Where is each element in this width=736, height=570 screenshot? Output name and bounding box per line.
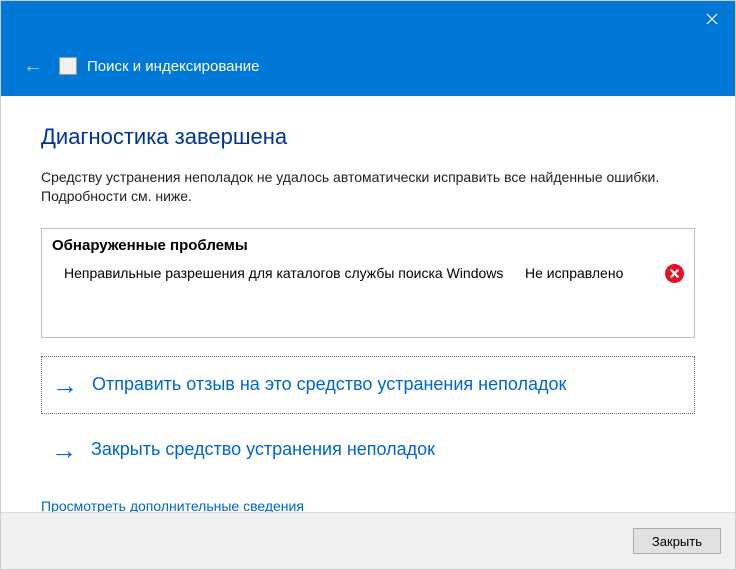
problem-description: Неправильные разрешения для каталогов сл… bbox=[52, 264, 515, 283]
titlebar bbox=[1, 1, 735, 36]
arrow-right-icon: → bbox=[51, 437, 77, 463]
window-close-button[interactable] bbox=[689, 1, 735, 36]
problems-header: Обнаруженные проблемы bbox=[52, 235, 684, 260]
feedback-label: Отправить отзыв на это средство устранен… bbox=[92, 374, 566, 395]
close-troubleshooter-action[interactable]: → Закрыть средство устранения неполадок bbox=[41, 422, 695, 478]
close-button[interactable]: Закрыть bbox=[633, 528, 721, 554]
content-area: Диагностика завершена Средству устранени… bbox=[1, 96, 735, 512]
problems-panel: Обнаруженные проблемы Неправильные разре… bbox=[41, 228, 695, 338]
details-link[interactable]: Просмотреть дополнительные сведения bbox=[41, 498, 304, 512]
feedback-action[interactable]: → Отправить отзыв на это средство устран… bbox=[41, 356, 695, 414]
summary-text: Средству устранения неполадок не удалось… bbox=[41, 168, 695, 206]
troubleshooter-icon bbox=[59, 57, 77, 75]
arrow-right-icon: → bbox=[52, 372, 78, 398]
page-heading: Диагностика завершена bbox=[41, 124, 695, 150]
troubleshooter-window: ← Поиск и индексирование Диагностика зав… bbox=[0, 0, 736, 570]
header-bar: ← Поиск и индексирование bbox=[1, 36, 735, 96]
error-icon bbox=[665, 264, 684, 283]
close-troubleshooter-label: Закрыть средство устранения неполадок bbox=[91, 439, 435, 460]
footer-bar: Закрыть bbox=[1, 512, 735, 569]
problem-row: Неправильные разрешения для каталогов сл… bbox=[52, 260, 684, 283]
close-icon bbox=[706, 13, 718, 25]
header-title: Поиск и индексирование bbox=[87, 58, 259, 75]
back-arrow-icon: ← bbox=[23, 55, 43, 78]
problem-status: Не исправлено bbox=[525, 265, 655, 281]
